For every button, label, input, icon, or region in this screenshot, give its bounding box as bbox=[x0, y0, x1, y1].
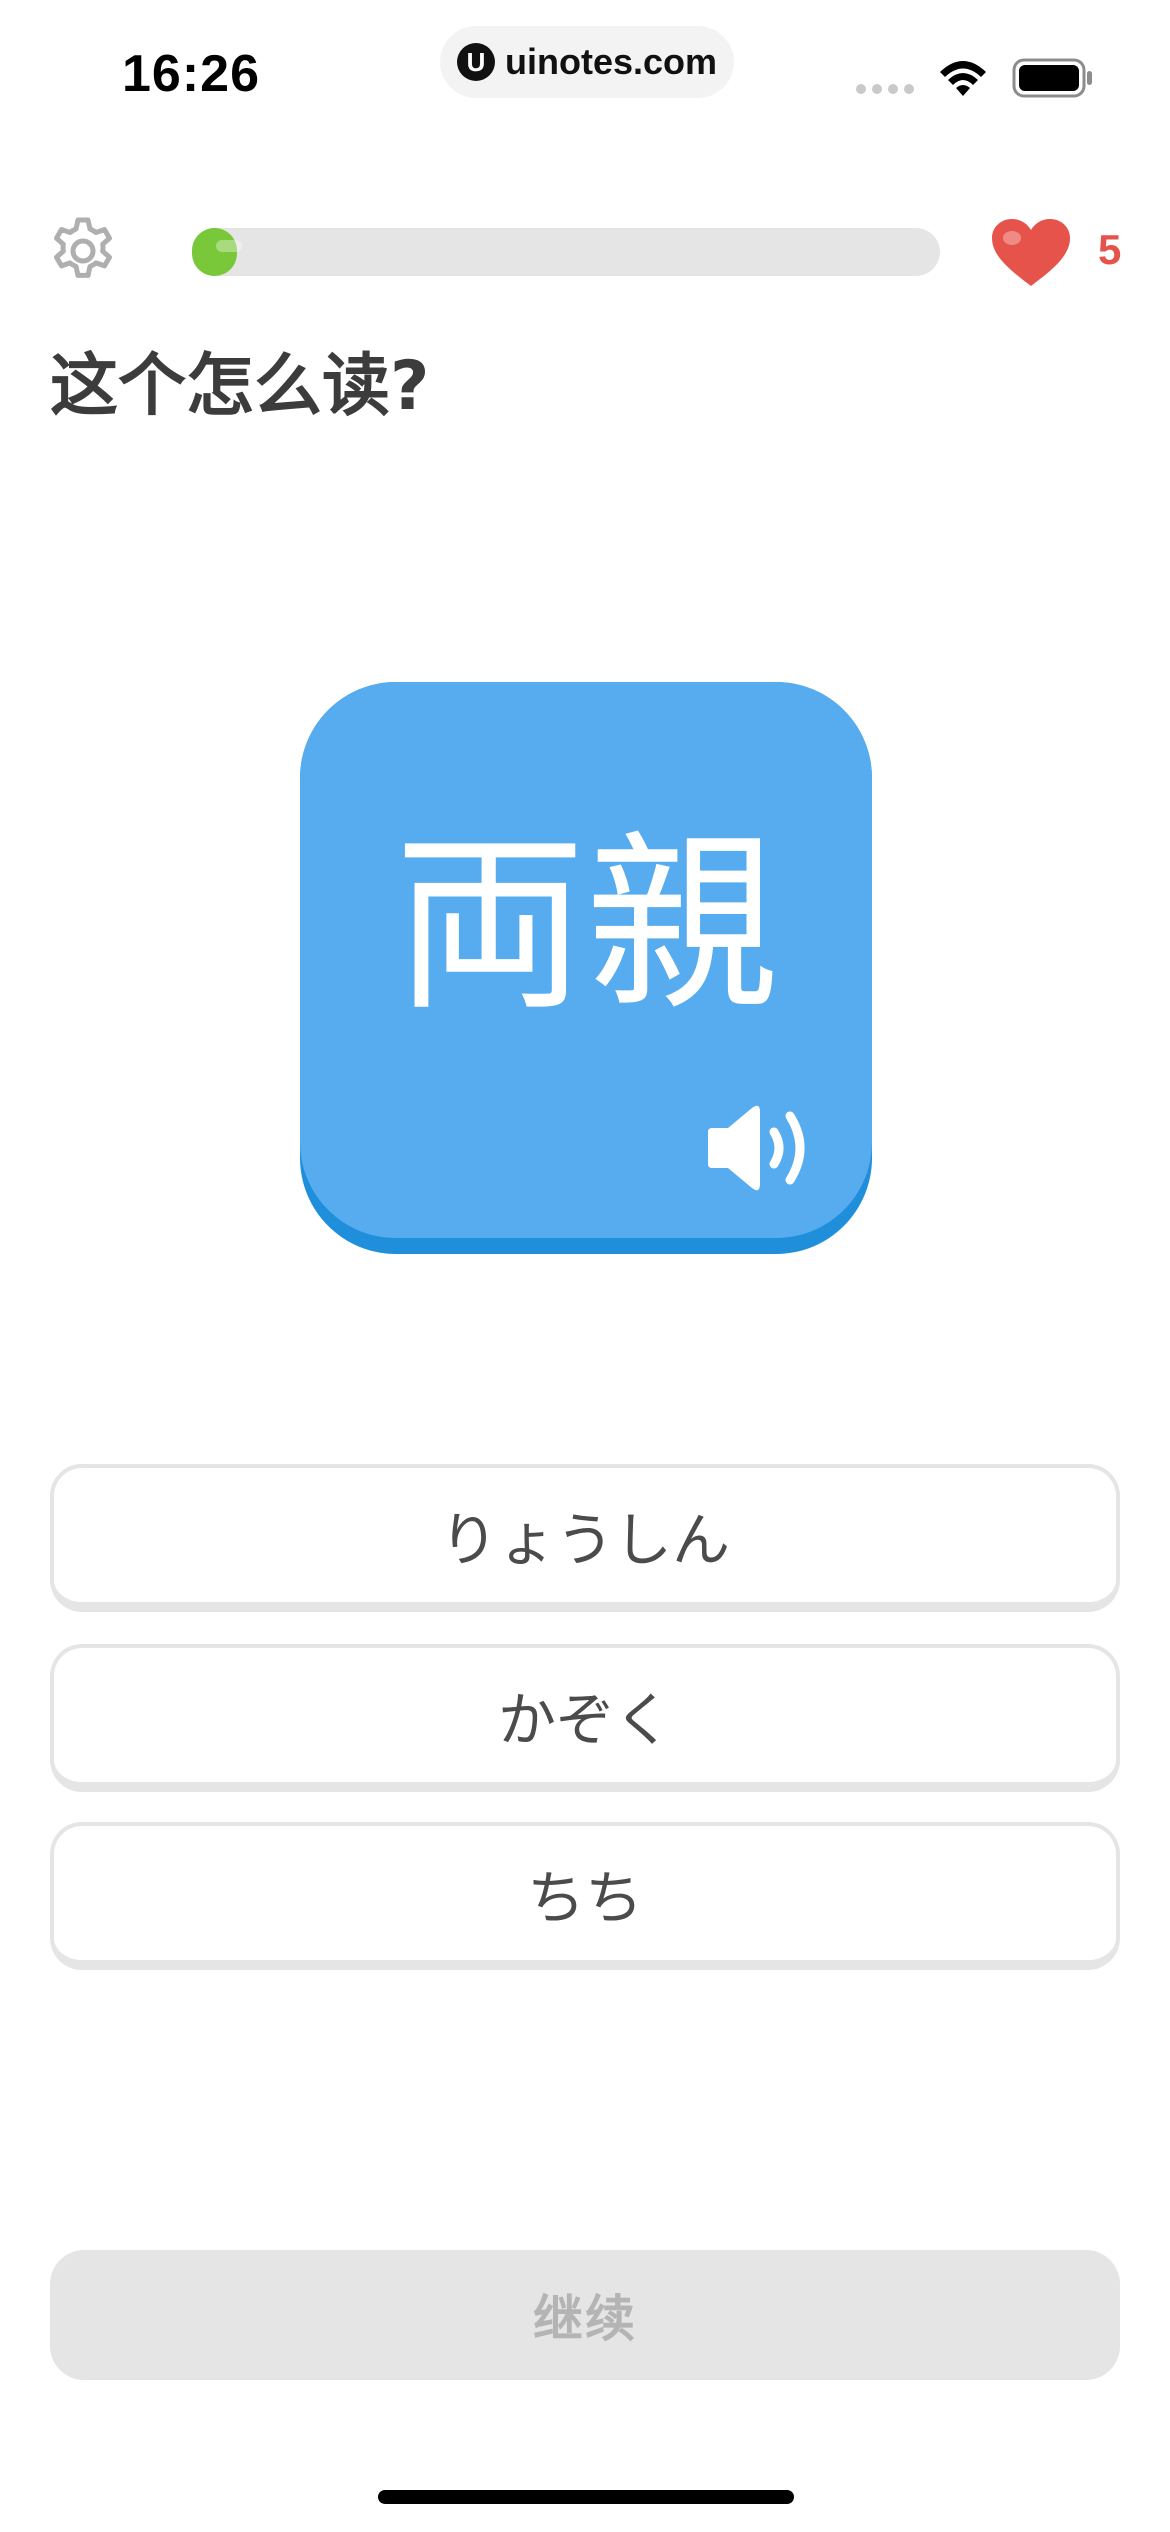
answer-option-label: りょうしん bbox=[439, 1506, 730, 1574]
lesson-progress-bar bbox=[192, 228, 940, 276]
url-text: uinotes.com bbox=[504, 41, 718, 82]
battery-icon bbox=[1012, 58, 1092, 98]
heart-icon bbox=[992, 219, 1070, 286]
word-audio-card[interactable]: 両親 bbox=[300, 682, 872, 1254]
hearts-count: 5 bbox=[1098, 226, 1122, 273]
signal-dots-icon bbox=[856, 84, 914, 94]
question-prompt: 这个怎么读? bbox=[50, 347, 430, 426]
answer-option-label: かぞく bbox=[497, 1686, 672, 1754]
lesson-progress-fill bbox=[192, 228, 242, 276]
answer-option-2[interactable]: かぞく bbox=[50, 1644, 1120, 1792]
answer-option-label: ちち bbox=[526, 1864, 643, 1932]
url-pill[interactable]: U uinotes.com bbox=[440, 26, 734, 98]
speaker-icon[interactable] bbox=[704, 1100, 820, 1196]
site-logo-icon: U bbox=[456, 43, 495, 81]
continue-button[interactable]: 继续 bbox=[50, 2250, 1120, 2380]
gear-icon[interactable] bbox=[46, 214, 120, 288]
kanji-word: 両親 bbox=[394, 814, 778, 1037]
continue-label: 继续 bbox=[533, 2290, 637, 2348]
answer-option-1[interactable]: りょうしん bbox=[50, 1464, 1120, 1612]
home-indicator[interactable] bbox=[378, 2490, 794, 2504]
status-time: 16:26 bbox=[122, 45, 260, 103]
answer-option-3[interactable]: ちち bbox=[50, 1822, 1120, 1970]
wifi-icon bbox=[940, 61, 986, 96]
